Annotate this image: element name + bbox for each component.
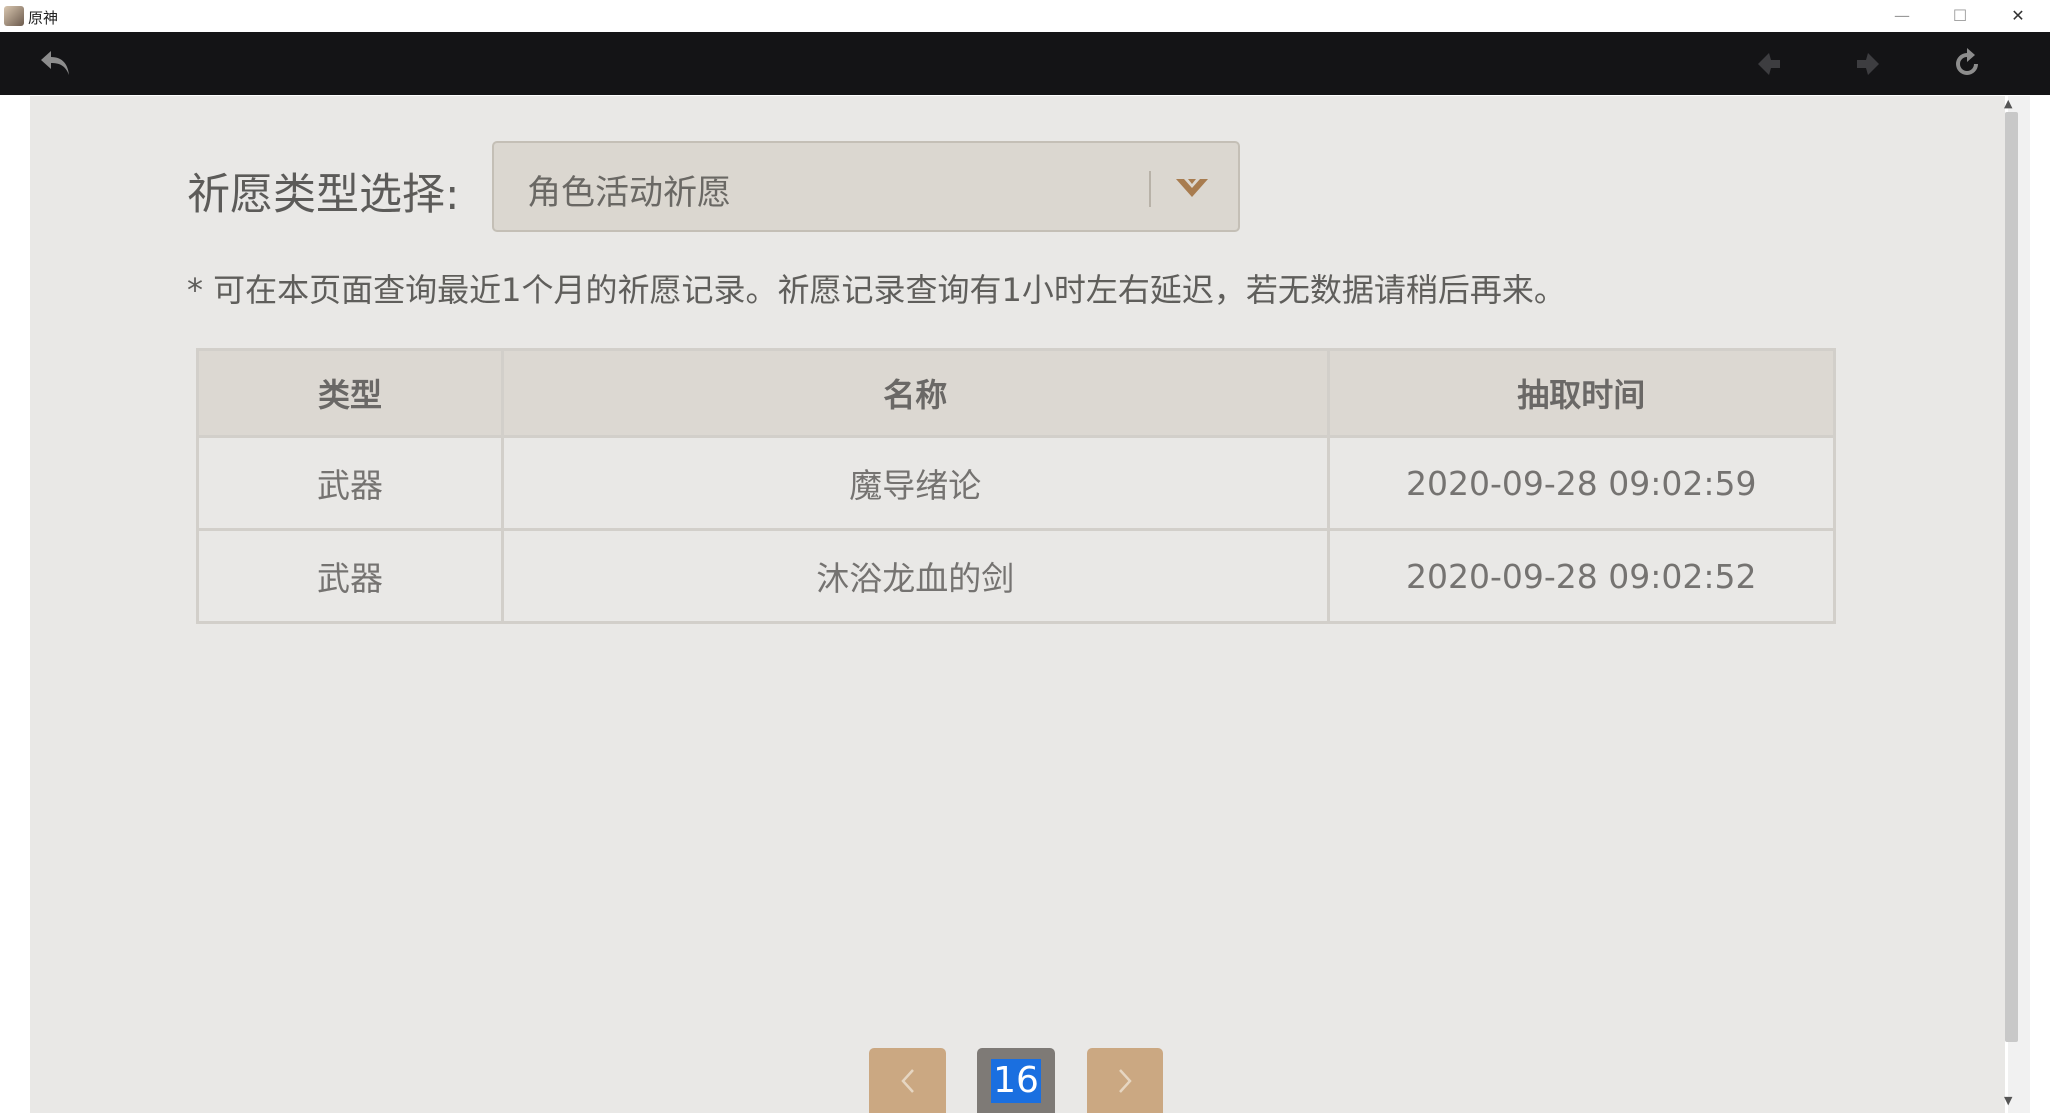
window-title: 原神 (28, 9, 59, 27)
table-row: 武器 沐浴龙血的剑 2020-09-28 09:02:52 (195, 528, 1836, 624)
cell-type: 武器 (195, 528, 505, 624)
history-back-button[interactable] (1749, 44, 1789, 84)
scroll-down-icon[interactable]: ▼ (2004, 1094, 2012, 1107)
table-header-row: 类型 名称 抽取时间 (195, 348, 1836, 438)
chevron-left-icon (900, 1068, 914, 1093)
header-type: 类型 (195, 348, 505, 438)
header-time: 抽取时间 (1326, 348, 1836, 438)
window-titlebar: 原神 — ☐ ✕ (0, 0, 2050, 33)
browser-toolbar (0, 32, 2050, 95)
scroll-up-icon[interactable]: ▲ (2004, 97, 2012, 110)
forward-button[interactable] (1848, 44, 1888, 84)
selected-wish-type: 角色活动祈愿 (527, 173, 731, 213)
chevron-down-icon (1176, 179, 1208, 197)
back-button[interactable] (36, 44, 76, 84)
refresh-icon (1956, 48, 1978, 75)
close-button[interactable]: ✕ (1991, 0, 2045, 32)
app-icon (4, 6, 24, 26)
refresh-button[interactable] (1947, 44, 1987, 84)
back-arrow-icon (41, 51, 69, 75)
cell-type: 武器 (195, 435, 505, 531)
filter-label: 祈愿类型选择: (187, 170, 460, 220)
maximize-button[interactable]: ☐ (1933, 0, 1987, 32)
notice-text: * 可在本页面查询最近1个月的祈愿记录。祈愿记录查询有1小时左右延迟，若无数据请… (187, 271, 1566, 309)
select-divider (1149, 171, 1151, 207)
wish-type-select[interactable]: 角色活动祈愿 (492, 141, 1240, 232)
table-row: 武器 魔导绪论 2020-09-28 09:02:59 (195, 435, 1836, 531)
previous-page-button[interactable] (869, 1048, 946, 1113)
cell-name: 沐浴龙血的剑 (501, 528, 1330, 624)
current-page-number: 16 (991, 1058, 1041, 1103)
forward-arrow-icon (1857, 53, 1879, 75)
current-page-indicator[interactable]: 16 (977, 1048, 1055, 1113)
scrollbar-thumb[interactable] (2005, 112, 2018, 1042)
chevron-right-icon (1119, 1068, 1132, 1093)
next-page-button[interactable] (1087, 1048, 1163, 1113)
cell-time: 2020-09-28 09:02:59 (1326, 435, 1836, 531)
minimize-button[interactable]: — (1875, 0, 1929, 32)
wish-history-table: 类型 名称 抽取时间 武器 魔导绪论 2020-09-28 09:02:59 武… (195, 348, 1836, 624)
cell-name: 魔导绪论 (501, 435, 1330, 531)
header-name: 名称 (501, 348, 1330, 438)
cell-time: 2020-09-28 09:02:52 (1326, 528, 1836, 624)
diamond-arrow-left-icon (1758, 53, 1780, 75)
